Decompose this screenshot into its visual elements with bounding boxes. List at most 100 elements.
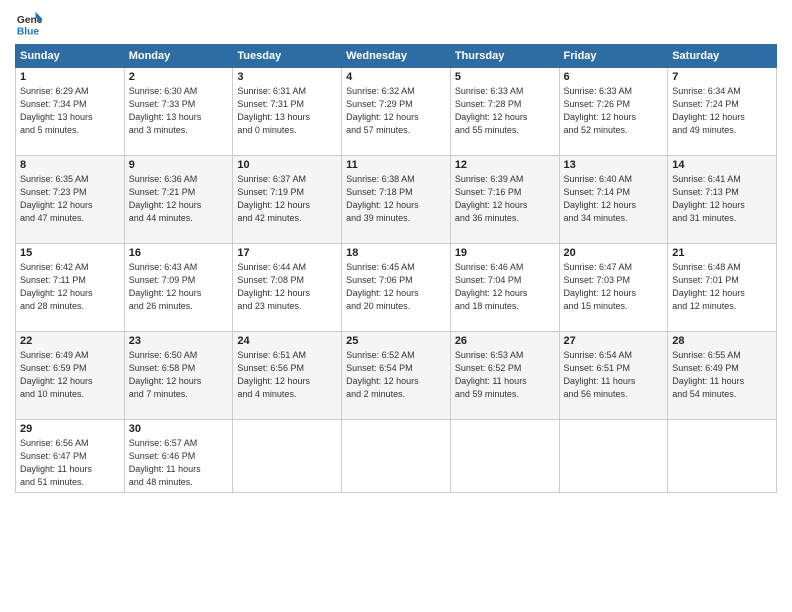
calendar-cell: 13Sunrise: 6:40 AM Sunset: 7:14 PM Dayli… [559,156,668,244]
weekday-header-sunday: Sunday [16,45,125,68]
day-number: 6 [564,71,664,83]
day-number: 23 [129,335,229,347]
day-number: 1 [20,71,120,83]
calendar-cell: 6 Sunrise: 6:33 AM Sunset: 7:26 PM Daylig… [559,68,668,156]
day-info: Sunrise: 6:47 AM Sunset: 7:03 PM Dayligh… [564,261,664,313]
weekday-header-friday: Friday [559,45,668,68]
calendar-cell: 25 Sunrise: 6:52 AM Sunset: 6:54 PM Dayli… [342,332,451,420]
weekday-header-saturday: Saturday [668,45,777,68]
day-number: 11 [346,159,446,171]
calendar-cell [342,420,451,493]
calendar-cell [668,420,777,493]
calendar-cell: 4 Sunrise: 6:32 AM Sunset: 7:29 PM Daylig… [342,68,451,156]
svg-text:Blue: Blue [17,26,40,37]
day-number: 15 [20,247,120,259]
day-number: 9 [129,159,229,171]
day-info: Sunrise: 6:30 AM Sunset: 7:33 PM Dayligh… [129,85,229,137]
day-number: 19 [455,247,555,259]
day-number: 20 [564,247,664,259]
day-info: Sunrise: 6:32 AM Sunset: 7:29 PM Dayligh… [346,85,446,137]
day-number: 27 [564,335,664,347]
day-number: 14 [672,159,772,171]
day-info: Sunrise: 6:51 AM Sunset: 6:56 PM Dayligh… [237,349,337,401]
day-info: Sunrise: 6:33 AM Sunset: 7:28 PM Dayligh… [455,85,555,137]
day-info: Sunrise: 6:29 AM Sunset: 7:34 PM Dayligh… [20,85,120,137]
calendar-cell: 15 Sunrise: 6:42 AM Sunset: 7:11 PM Dayli… [16,244,125,332]
day-info: Sunrise: 6:57 AM Sunset: 6:46 PM Dayligh… [129,437,229,489]
logo-icon: General Blue [15,10,43,38]
day-info: Sunrise: 6:46 AM Sunset: 7:04 PM Dayligh… [455,261,555,313]
calendar-cell: 9Sunrise: 6:36 AM Sunset: 7:21 PM Daylig… [124,156,233,244]
day-info: Sunrise: 6:42 AM Sunset: 7:11 PM Dayligh… [20,261,120,313]
calendar-cell: 19 Sunrise: 6:46 AM Sunset: 7:04 PM Dayli… [450,244,559,332]
day-number: 13 [564,159,664,171]
day-number: 30 [129,423,229,435]
day-number: 16 [129,247,229,259]
calendar-cell: 20 Sunrise: 6:47 AM Sunset: 7:03 PM Dayli… [559,244,668,332]
day-info: Sunrise: 6:54 AM Sunset: 6:51 PM Dayligh… [564,349,664,401]
day-number: 4 [346,71,446,83]
calendar-cell: 1 Sunrise: 6:29 AM Sunset: 7:34 PM Daylig… [16,68,125,156]
day-info: Sunrise: 6:52 AM Sunset: 6:54 PM Dayligh… [346,349,446,401]
day-number: 7 [672,71,772,83]
calendar-cell: 5 Sunrise: 6:33 AM Sunset: 7:28 PM Daylig… [450,68,559,156]
day-number: 18 [346,247,446,259]
day-number: 3 [237,71,337,83]
day-number: 12 [455,159,555,171]
day-info: Sunrise: 6:48 AM Sunset: 7:01 PM Dayligh… [672,261,772,313]
day-number: 28 [672,335,772,347]
calendar-cell: 24 Sunrise: 6:51 AM Sunset: 6:56 PM Dayli… [233,332,342,420]
weekday-header-tuesday: Tuesday [233,45,342,68]
day-number: 24 [237,335,337,347]
calendar-cell [233,420,342,493]
day-number: 2 [129,71,229,83]
calendar-header-row: SundayMondayTuesdayWednesdayThursdayFrid… [16,45,777,68]
day-number: 22 [20,335,120,347]
calendar-cell [559,420,668,493]
day-info: Sunrise: 6:34 AM Sunset: 7:24 PM Dayligh… [672,85,772,137]
weekday-header-wednesday: Wednesday [342,45,451,68]
day-info: Sunrise: 6:45 AM Sunset: 7:06 PM Dayligh… [346,261,446,313]
day-info: Sunrise: 6:49 AM Sunset: 6:59 PM Dayligh… [20,349,120,401]
day-info: Sunrise: 6:39 AM Sunset: 7:16 PM Dayligh… [455,173,555,225]
calendar-cell: 10Sunrise: 6:37 AM Sunset: 7:19 PM Dayli… [233,156,342,244]
day-info: Sunrise: 6:33 AM Sunset: 7:26 PM Dayligh… [564,85,664,137]
day-info: Sunrise: 6:38 AM Sunset: 7:18 PM Dayligh… [346,173,446,225]
weekday-header-thursday: Thursday [450,45,559,68]
calendar-cell: 23 Sunrise: 6:50 AM Sunset: 6:58 PM Dayli… [124,332,233,420]
logo: General Blue [15,10,43,38]
day-number: 8 [20,159,120,171]
calendar-cell: 7 Sunrise: 6:34 AM Sunset: 7:24 PM Daylig… [668,68,777,156]
calendar-cell: 28 Sunrise: 6:55 AM Sunset: 6:49 PM Dayli… [668,332,777,420]
day-info: Sunrise: 6:55 AM Sunset: 6:49 PM Dayligh… [672,349,772,401]
calendar-cell: 26 Sunrise: 6:53 AM Sunset: 6:52 PM Dayli… [450,332,559,420]
day-number: 25 [346,335,446,347]
day-number: 29 [20,423,120,435]
day-info: Sunrise: 6:35 AM Sunset: 7:23 PM Dayligh… [20,173,120,225]
day-info: Sunrise: 6:56 AM Sunset: 6:47 PM Dayligh… [20,437,120,489]
day-number: 21 [672,247,772,259]
calendar-cell: 2 Sunrise: 6:30 AM Sunset: 7:33 PM Daylig… [124,68,233,156]
calendar-cell: 16 Sunrise: 6:43 AM Sunset: 7:09 PM Dayli… [124,244,233,332]
calendar-cell: 18 Sunrise: 6:45 AM Sunset: 7:06 PM Dayli… [342,244,451,332]
day-info: Sunrise: 6:44 AM Sunset: 7:08 PM Dayligh… [237,261,337,313]
calendar-cell: 12 Sunrise: 6:39 AM Sunset: 7:16 PM Dayli… [450,156,559,244]
calendar-cell: 11 Sunrise: 6:38 AM Sunset: 7:18 PM Dayli… [342,156,451,244]
calendar-table: SundayMondayTuesdayWednesdayThursdayFrid… [15,44,777,493]
day-info: Sunrise: 6:43 AM Sunset: 7:09 PM Dayligh… [129,261,229,313]
calendar-cell: 29 Sunrise: 6:56 AM Sunset: 6:47 PM Dayli… [16,420,125,493]
calendar-cell: 3 Sunrise: 6:31 AM Sunset: 7:31 PM Daylig… [233,68,342,156]
weekday-header-monday: Monday [124,45,233,68]
calendar-cell: 27 Sunrise: 6:54 AM Sunset: 6:51 PM Dayli… [559,332,668,420]
day-info: Sunrise: 6:53 AM Sunset: 6:52 PM Dayligh… [455,349,555,401]
day-info: Sunrise: 6:37 AM Sunset: 7:19 PM Dayligh… [237,173,337,225]
day-info: Sunrise: 6:31 AM Sunset: 7:31 PM Dayligh… [237,85,337,137]
calendar-cell: 30 Sunrise: 6:57 AM Sunset: 6:46 PM Dayli… [124,420,233,493]
calendar-cell: 8 Sunrise: 6:35 AM Sunset: 7:23 PM Daylig… [16,156,125,244]
day-number: 5 [455,71,555,83]
day-info: Sunrise: 6:50 AM Sunset: 6:58 PM Dayligh… [129,349,229,401]
day-number: 17 [237,247,337,259]
header: General Blue [15,10,777,38]
day-info: Sunrise: 6:41 AM Sunset: 7:13 PM Dayligh… [672,173,772,225]
day-number: 26 [455,335,555,347]
